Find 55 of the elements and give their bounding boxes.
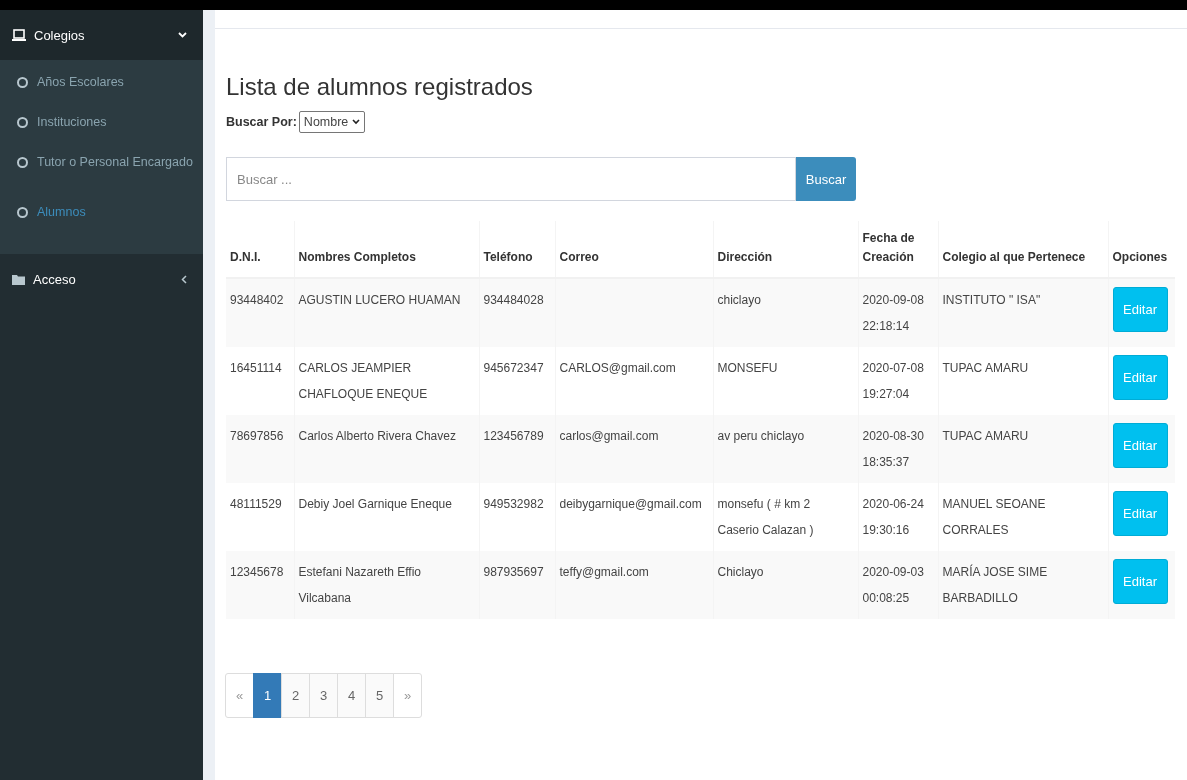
menu-item[interactable]: Acceso bbox=[0, 254, 203, 304]
filter-select[interactable]: Nombre bbox=[298, 111, 366, 133]
circle-icon bbox=[17, 116, 28, 128]
submenu-item[interactable]: Alumnos bbox=[0, 182, 203, 242]
table-cell: 12345678 bbox=[226, 551, 294, 620]
menu-label: Acceso bbox=[33, 271, 77, 287]
caret-icon bbox=[352, 119, 361, 125]
submenu-item[interactable]: Tutor o Personal Encargado bbox=[0, 142, 203, 182]
chevron-left-icon bbox=[181, 274, 187, 284]
table-cell: 48111529 bbox=[226, 483, 294, 552]
table-cell: MARÍA JOSE SIME BARBADILLO bbox=[938, 551, 1108, 620]
circle-icon bbox=[17, 206, 28, 218]
page-button[interactable]: 3 bbox=[309, 673, 338, 719]
table-cell: Carlos Alberto Rivera Chavez bbox=[294, 415, 479, 484]
table-cell: AGUSTIN LUCERO HUAMAN bbox=[294, 278, 479, 348]
table-cell: Estefani Nazareth Effio Vilcabana bbox=[294, 551, 479, 620]
page-button[interactable]: 4 bbox=[337, 673, 366, 719]
submenu-label: Tutor o Personal Encargado bbox=[37, 155, 193, 169]
submenu-item[interactable]: Instituciones bbox=[0, 102, 203, 142]
laptop-icon bbox=[12, 29, 26, 41]
table-cell: 2020-08-30 18:35:37 bbox=[858, 415, 938, 484]
page-title: Lista de alumnos registrados bbox=[226, 73, 534, 101]
table-cell: av peru chiclayo bbox=[713, 415, 858, 484]
submenu-label: Alumnos bbox=[37, 205, 86, 219]
table-cell: INSTITUTO " ISA" bbox=[938, 278, 1108, 348]
table-cell: Chiclayo bbox=[713, 551, 858, 620]
filter-label: Buscar Por: bbox=[226, 115, 297, 129]
search-field[interactable]: Buscar ... bbox=[226, 157, 796, 201]
table-cell: 2020-09-08 22:18:14 bbox=[858, 278, 938, 348]
menu-item[interactable]: Colegios bbox=[0, 10, 203, 60]
page-button[interactable]: 2 bbox=[281, 673, 310, 719]
chevron-down-icon bbox=[178, 32, 187, 38]
circle-icon bbox=[17, 156, 28, 168]
table-cell: 123456789 bbox=[479, 415, 555, 484]
submenu-label: Instituciones bbox=[37, 115, 107, 129]
table-cell: 987935697 bbox=[479, 551, 555, 620]
table-cell: 78697856 bbox=[226, 415, 294, 484]
previous-page-button[interactable]: « bbox=[225, 673, 254, 719]
table-cell: TUPAC AMARU bbox=[938, 415, 1108, 484]
submenu-item[interactable]: Años Escolares bbox=[0, 62, 203, 102]
search-button[interactable]: Buscar bbox=[796, 157, 856, 201]
menu-label: Colegios bbox=[34, 27, 86, 43]
page-button[interactable]: 1 bbox=[253, 673, 282, 719]
table-cell: 93448402 bbox=[226, 278, 294, 348]
table-cell: chiclayo bbox=[713, 278, 858, 348]
table-cell: carlos@gmail.com bbox=[555, 415, 713, 484]
table-cell: 934484028 bbox=[479, 278, 555, 348]
next-page-button[interactable]: » bbox=[393, 673, 422, 719]
folder-icon bbox=[12, 273, 25, 285]
table-cell: teffy@gmail.com bbox=[555, 551, 713, 620]
table-cell: 2020-09-03 00:08:25 bbox=[858, 551, 938, 620]
page-button[interactable]: 5 bbox=[365, 673, 394, 719]
table-cell: 16451114 bbox=[226, 347, 294, 416]
submenu-label: Años Escolares bbox=[37, 75, 124, 89]
circle-icon bbox=[17, 76, 28, 88]
